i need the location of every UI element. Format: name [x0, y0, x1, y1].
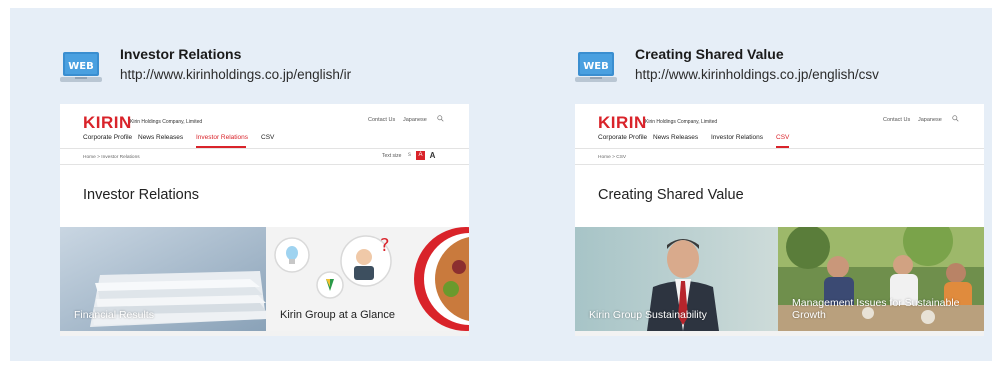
page-below-tiles: [575, 331, 984, 336]
panel-url-link[interactable]: http://www.kirinholdings.co.jp/english/i…: [120, 67, 351, 82]
nav-news-releases[interactable]: News Releases: [653, 134, 698, 141]
crumb-divider: [60, 164, 469, 165]
japanese-link[interactable]: Japanese: [918, 117, 942, 123]
nav-csv[interactable]: CSV: [776, 134, 789, 141]
search-icon[interactable]: [437, 115, 444, 122]
nav-investor-relations[interactable]: Investor Relations: [711, 134, 763, 141]
web-laptop-icon: WEB: [575, 52, 617, 82]
contact-us-link[interactable]: Contact Us: [368, 117, 395, 123]
text-size-large[interactable]: A: [428, 151, 437, 160]
tile-management-issues[interactable]: Management Issues for Sustainable Growth: [778, 227, 984, 331]
page-title: Investor Relations: [83, 187, 200, 203]
nav-news-releases[interactable]: News Releases: [138, 134, 183, 141]
panel-url-link[interactable]: http://www.kirinholdings.co.jp/english/c…: [635, 67, 879, 82]
nav-divider: [60, 148, 469, 149]
content-frame: WEB Investor Relations http://www.kirinh…: [10, 8, 992, 361]
kirin-logo[interactable]: KIRIN: [83, 113, 132, 133]
kirin-logo[interactable]: KIRIN: [598, 113, 647, 133]
crumb-divider: [575, 164, 984, 165]
panel-title[interactable]: Creating Shared Value: [635, 46, 784, 62]
tile-caption: Management Issues for Sustainable Growth: [792, 297, 960, 321]
contact-us-link[interactable]: Contact Us: [883, 117, 910, 123]
text-size-medium[interactable]: A: [416, 151, 425, 160]
tile-caption: Kirin Group at a Glance: [280, 309, 395, 321]
nav-csv[interactable]: CSV: [261, 134, 274, 141]
nav-divider: [575, 148, 984, 149]
nav-corporate-profile[interactable]: Corporate Profile: [83, 134, 132, 141]
web-icon-text: WEB: [583, 61, 608, 72]
web-laptop-icon: WEB: [60, 52, 102, 82]
company-name: Kirin Holdings Company, Limited: [645, 119, 718, 125]
breadcrumb: Home > Investor Relations: [83, 155, 140, 160]
website-screenshot: KIRIN Kirin Holdings Company, Limited Co…: [575, 104, 984, 336]
tile-caption: Financial Results: [74, 309, 154, 321]
breadcrumb: Home > CSV: [598, 155, 627, 160]
website-screenshot: KIRIN Kirin Holdings Company, Limited Co…: [60, 104, 469, 336]
panel-title[interactable]: Investor Relations: [120, 46, 241, 62]
tile-group-sustainability[interactable]: Kirin Group Sustainability: [575, 227, 778, 331]
panel-header: WEB Creating Shared Value http://www.kir…: [575, 46, 995, 90]
text-size-small[interactable]: s: [405, 151, 414, 160]
nav-corporate-profile[interactable]: Corporate Profile: [598, 134, 647, 141]
web-icon-text: WEB: [68, 61, 93, 72]
company-name: Kirin Holdings Company, Limited: [130, 119, 203, 125]
svg-text:?: ?: [380, 235, 390, 256]
tile-group-at-a-glance[interactable]: ? Kirin Group at a Glance: [266, 227, 469, 331]
nav-investor-relations[interactable]: Investor Relations: [196, 134, 248, 141]
page-below-tiles: [60, 331, 469, 336]
text-size-label: Text size: [382, 153, 402, 159]
tile-financial-results[interactable]: Financial Results: [60, 227, 266, 331]
tile-caption: Kirin Group Sustainability: [589, 309, 707, 321]
page-title: Creating Shared Value: [598, 187, 744, 203]
japanese-link[interactable]: Japanese: [403, 117, 427, 123]
panel-header: WEB Investor Relations http://www.kirinh…: [60, 46, 480, 90]
search-icon[interactable]: [952, 115, 959, 122]
